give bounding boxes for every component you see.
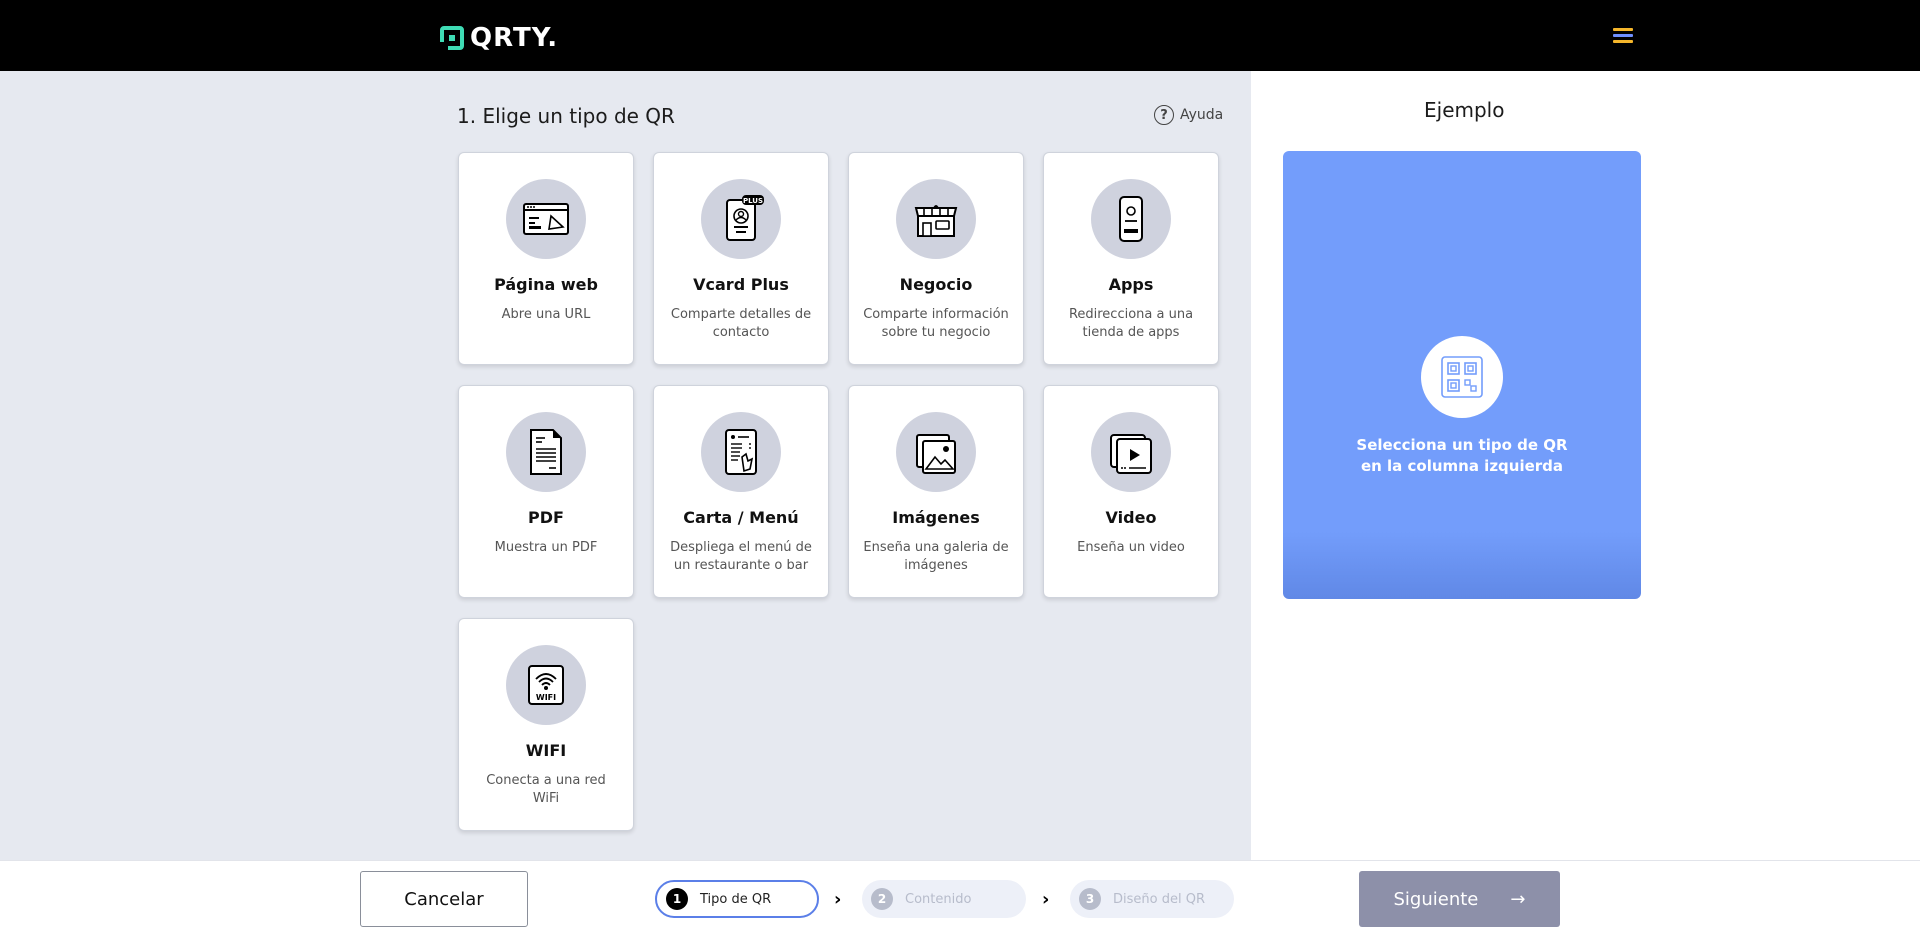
preview-message-line1: Selecciona un tipo de QR — [1356, 436, 1568, 454]
qr-type-grid: Página web Abre una URL PLUS Vcard Plus … — [458, 152, 1220, 831]
logo[interactable]: QRTY. — [440, 23, 558, 53]
qr-type-card-images[interactable]: Imágenes Enseña una galeria de imágenes — [848, 385, 1024, 598]
menu-card-icon — [701, 412, 781, 492]
card-title: WIFI — [525, 741, 567, 760]
store-icon — [896, 179, 976, 259]
wifi-icon: WIFI — [506, 645, 586, 725]
card-title: PDF — [528, 508, 564, 527]
card-description: Despliega el menú de un restaurante o ba… — [670, 540, 812, 573]
card-description: Enseña una galeria de imágenes — [863, 540, 1009, 573]
qr-type-card-apps[interactable]: Apps Redirecciona a una tienda de apps — [1043, 152, 1219, 365]
video-icon — [1091, 412, 1171, 492]
card-title: Vcard Plus — [693, 275, 789, 294]
help-label: Ayuda — [1180, 107, 1224, 123]
card-title: Carta / Menú — [683, 508, 799, 527]
svg-text:PLUS: PLUS — [743, 197, 763, 205]
preview-message-line2: en la columna izquierda — [1360, 457, 1564, 475]
step-design: 3 Diseño del QR — [1070, 880, 1234, 918]
card-title: Página web — [494, 275, 598, 294]
qr-type-card-video[interactable]: Video Enseña un video — [1043, 385, 1219, 598]
step-qr-type[interactable]: 1 Tipo de QR — [655, 880, 819, 918]
images-icon — [896, 412, 976, 492]
card-title: Apps — [1108, 275, 1154, 294]
vcard-plus-icon: PLUS — [701, 179, 781, 259]
step-number: 2 — [871, 888, 893, 910]
pdf-document-icon — [506, 412, 586, 492]
question-icon: ? — [1154, 105, 1174, 125]
preview-title: Ejemplo — [1424, 98, 1505, 122]
qr-type-card-menu[interactable]: Carta / Menú Despliega el menú de un res… — [653, 385, 829, 598]
page-title: 1. Elige un tipo de QR — [457, 104, 675, 128]
step-content: 2 Contenido — [862, 880, 1026, 918]
hamburger-icon[interactable] — [1613, 28, 1633, 44]
card-description: Comparte detalles de contacto — [670, 307, 812, 340]
preview-message: Selecciona un tipo de QR en la columna i… — [1283, 435, 1641, 477]
card-description: Redirecciona a una tienda de apps — [1068, 307, 1194, 340]
card-description: Conecta a una red WiFi — [486, 773, 606, 806]
qr-logo-icon — [440, 26, 464, 50]
qr-type-card-pdf[interactable]: PDF Muestra un PDF — [458, 385, 634, 598]
card-title: Video — [1105, 508, 1157, 527]
chevron-right-icon: › — [1042, 889, 1050, 910]
next-button-label: Siguiente — [1393, 888, 1479, 910]
svg-text:WIFI: WIFI — [536, 693, 556, 702]
logo-text: QRTY. — [470, 23, 559, 53]
card-description: Comparte información sobre tu negocio — [863, 307, 1009, 340]
qr-code-icon — [1421, 336, 1503, 418]
card-description: Muestra un PDF — [494, 540, 598, 555]
help-link[interactable]: ? Ayuda — [1154, 105, 1223, 125]
preview-box: Selecciona un tipo de QR en la columna i… — [1283, 151, 1641, 599]
chevron-right-icon: › — [834, 889, 842, 910]
step-label: Diseño del QR — [1113, 891, 1205, 907]
webpage-icon — [506, 179, 586, 259]
arrow-right-icon: → — [1510, 888, 1526, 910]
step-number: 3 — [1079, 888, 1101, 910]
step-label: Tipo de QR — [700, 891, 772, 907]
card-title: Imágenes — [892, 508, 980, 527]
cancel-button[interactable]: Cancelar — [360, 871, 528, 927]
top-bar: QRTY. — [0, 0, 1920, 71]
card-description: Enseña un video — [1077, 540, 1185, 555]
step-label: Contenido — [905, 891, 972, 907]
qr-type-card-business[interactable]: Negocio Comparte información sobre tu ne… — [848, 152, 1024, 365]
qr-type-card-webpage[interactable]: Página web Abre una URL — [458, 152, 634, 365]
next-button[interactable]: Siguiente → — [1359, 871, 1560, 927]
card-description: Abre una URL — [501, 307, 591, 322]
qr-type-card-vcard-plus[interactable]: PLUS Vcard Plus Comparte detalles de con… — [653, 152, 829, 365]
card-title: Negocio — [899, 275, 973, 294]
smartphone-icon — [1091, 179, 1171, 259]
step-number: 1 — [666, 888, 688, 910]
qr-type-card-wifi[interactable]: WIFI WIFI Conecta a una red WiFi — [458, 618, 634, 831]
